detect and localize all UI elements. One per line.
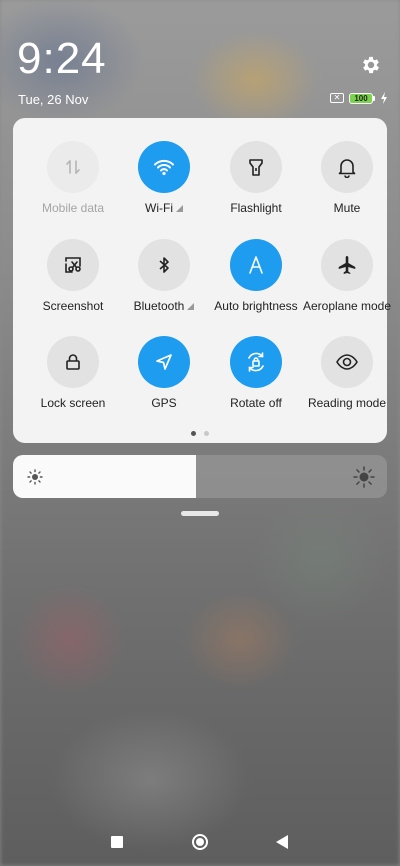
screenshot-icon [62,254,84,276]
mobile-data-label: Mobile data [41,201,105,215]
lock-screen-toggle-button[interactable] [47,336,99,388]
tile-label: Mobile data [27,201,119,215]
clock-time[interactable]: 9:24 [17,34,107,84]
flashlight-label: Flashlight [230,201,282,215]
flashlight-toggle-button[interactable] [230,141,282,193]
reading-mode-toggle-button[interactable] [321,336,373,388]
tile-aeroplane-mode[interactable]: Aeroplane mode [301,239,393,313]
tile-label: Flashlight [210,201,302,215]
tile-flashlight[interactable]: Flashlight [210,141,302,215]
mobile-data-icon [62,156,84,178]
wifi-icon [152,155,176,179]
mobile-data-toggle-button[interactable] [47,141,99,193]
bluetooth-label: Bluetooth [133,299,185,313]
rotate-off-label: Rotate off [230,396,282,410]
tile-screenshot[interactable]: Screenshot [27,239,119,313]
sim-off-icon: ✕ [330,93,344,103]
tile-label: Bluetooth [118,299,210,313]
tile-label: Wi-Fi [118,201,210,215]
brightness-slider[interactable] [13,455,387,498]
page-indicator [13,431,387,436]
tile-label: Reading mode [301,396,393,410]
battery-level: 100 [349,92,373,104]
battery-icon: 100 [349,92,375,104]
aeroplane-mode-label: Aeroplane mode [302,299,392,313]
lock-screen-label: Lock screen [40,396,106,410]
quick-settings-panel: Mobile data Wi-Fi Flashlight Mute Screenshot… [13,118,391,443]
gps-label: GPS [151,396,177,410]
tile-mute[interactable]: Mute [301,141,393,215]
tile-label: Screenshot [27,299,119,313]
bluetooth-icon [153,254,175,276]
expand-arrow-icon [187,302,195,310]
rotate-lock-icon [244,350,268,374]
expand-arrow-icon [175,204,183,212]
charging-bolt-icon [381,92,387,104]
wi-fi-label: Wi-Fi [145,201,173,215]
tile-label: Auto brightness [210,299,302,313]
tile-mobile-data[interactable]: Mobile data [27,141,119,215]
gear-icon[interactable] [360,54,382,76]
auto-brightness-icon [244,253,268,277]
reading-mode-label: Reading mode [307,396,387,410]
bell-icon [336,156,358,178]
lock-icon [62,351,84,373]
mute-label: Mute [333,201,361,215]
page-dot-2[interactable] [204,431,209,436]
brightness-low-icon [27,469,43,485]
tile-reading-mode[interactable]: Reading mode [301,336,393,410]
tile-bluetooth[interactable]: Bluetooth [118,239,210,313]
tile-label: GPS [118,396,210,410]
flashlight-icon [245,156,267,178]
rotate-off-toggle-button[interactable] [230,336,282,388]
status-icons: ✕ 100 [330,92,388,104]
back-button[interactable] [275,834,289,850]
tile-gps[interactable]: GPS [118,336,210,410]
aeroplane-icon [336,254,358,276]
screenshot-label: Screenshot [42,299,104,313]
recents-button[interactable] [111,836,123,848]
wi-fi-toggle-button[interactable] [138,141,190,193]
tile-label: Lock screen [27,396,119,410]
tile-lock-screen[interactable]: Lock screen [27,336,119,410]
screenshot-toggle-button[interactable] [47,239,99,291]
brightness-high-icon [353,466,375,488]
gps-icon [153,351,175,373]
panel-drag-handle[interactable] [181,511,219,516]
page-dot-1[interactable] [191,431,196,436]
auto-brightness-label: Auto brightness [214,299,298,313]
tile-label: Rotate off [210,396,302,410]
tile-label: Mute [301,201,393,215]
mute-toggle-button[interactable] [321,141,373,193]
navigation-bar [0,828,400,856]
tile-label: Aeroplane mode [301,299,393,313]
eye-icon [335,350,359,374]
bluetooth-toggle-button[interactable] [138,239,190,291]
date-text[interactable]: Tue, 26 Nov [18,92,88,107]
aeroplane-mode-toggle-button[interactable] [321,239,373,291]
home-button[interactable] [191,833,209,851]
tile-rotate-off[interactable]: Rotate off [210,336,302,410]
gps-toggle-button[interactable] [138,336,190,388]
tile-wi-fi[interactable]: Wi-Fi [118,141,210,215]
auto-brightness-toggle-button[interactable] [230,239,282,291]
tile-auto-brightness[interactable]: Auto brightness [210,239,302,313]
